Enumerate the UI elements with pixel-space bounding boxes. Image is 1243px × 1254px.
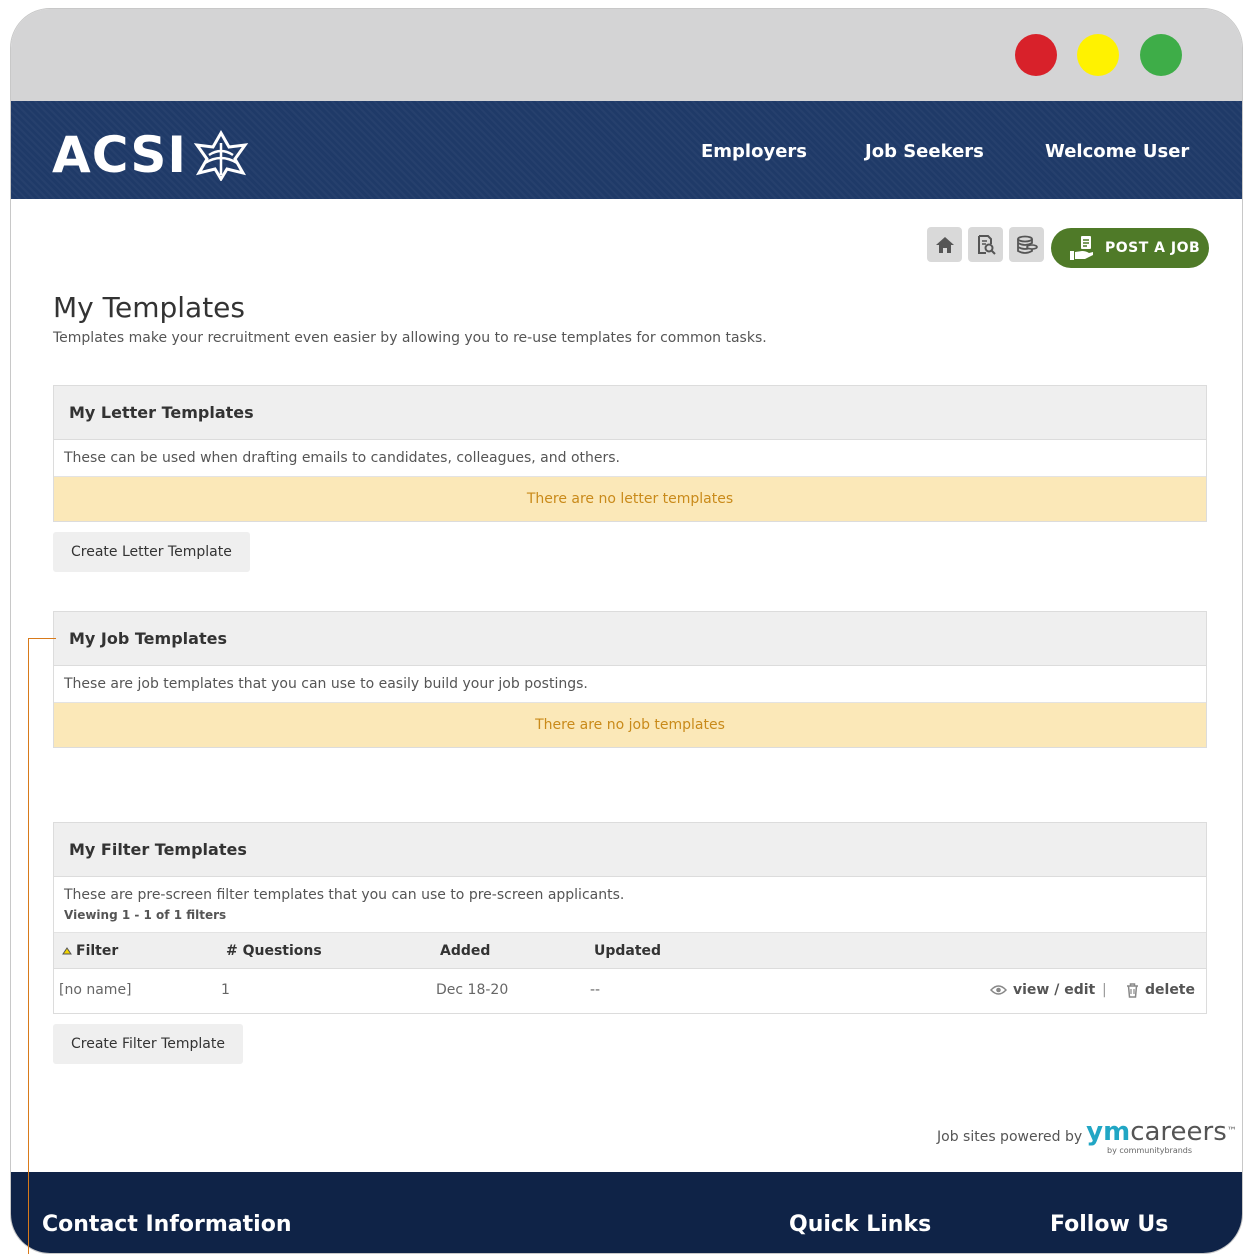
delete-link[interactable]: delete — [1126, 982, 1195, 998]
table-row: [no name] 1 Dec 18-20 -- view / edit | d… — [54, 969, 1206, 1013]
page-title: My Templates — [53, 291, 245, 324]
delete-label: delete — [1145, 982, 1195, 998]
post-a-job-label: POST A JOB — [1105, 240, 1201, 256]
careers-text: careers — [1130, 1117, 1227, 1147]
filter-table-header: Filter # Questions Added Updated — [54, 933, 1206, 969]
filter-templates-title: My Filter Templates — [54, 823, 1206, 877]
footer-quick-links-heading: Quick Links — [789, 1212, 932, 1237]
close-window-button[interactable] — [1015, 34, 1057, 76]
row-filter-name: [no name] — [59, 982, 132, 998]
nav-welcome-user[interactable]: Welcome User — [1045, 141, 1189, 162]
job-templates-description: These are job templates that you can use… — [54, 666, 1206, 703]
acsi-logo[interactable]: ACSI — [52, 129, 251, 181]
row-added: Dec 18-20 — [436, 982, 509, 998]
filter-viewing-count: Viewing 1 - 1 of 1 filters — [64, 908, 227, 922]
letter-templates-title: My Letter Templates — [54, 386, 1206, 440]
hand-document-icon — [1070, 236, 1093, 260]
column-questions[interactable]: # Questions — [226, 943, 322, 959]
column-added[interactable]: Added — [440, 943, 490, 959]
nav-job-seekers[interactable]: Job Seekers — [865, 141, 984, 162]
action-separator: | — [1102, 982, 1107, 998]
column-filter-label: Filter — [76, 943, 119, 959]
annotation-line-vertical — [28, 638, 29, 1254]
community-brands-text: by communitybrands — [1107, 1146, 1193, 1155]
view-edit-label: view / edit — [1013, 982, 1096, 998]
column-filter[interactable]: Filter — [62, 943, 118, 959]
document-search-icon — [977, 234, 996, 255]
home-icon — [935, 236, 954, 253]
trash-icon — [1127, 982, 1138, 998]
maximize-window-button[interactable] — [1140, 34, 1182, 76]
filter-templates-description: These are pre-screen filter templates th… — [54, 877, 1206, 933]
view-edit-link[interactable]: view / edit — [990, 982, 1095, 998]
billing-button[interactable] — [1009, 227, 1044, 262]
letter-templates-empty-notice: There are no letter templates — [54, 477, 1206, 521]
job-templates-title: My Job Templates — [54, 612, 1206, 666]
window-chrome — [11, 9, 1242, 101]
search-resumes-button[interactable] — [968, 227, 1003, 262]
filter-templates-desc-text: These are pre-screen filter templates th… — [64, 887, 625, 903]
home-button[interactable] — [927, 227, 962, 262]
browser-window: ACSI Employers Job Seekers Welcome User … — [10, 8, 1243, 1254]
page-subtitle: Templates make your recruitment even eas… — [53, 330, 767, 346]
annotation-line-horizontal — [28, 638, 56, 639]
sort-ascending-icon — [62, 947, 72, 955]
post-a-job-button[interactable]: POST A JOB — [1051, 228, 1209, 268]
book-emblem-icon — [193, 129, 249, 181]
filter-templates-panel: My Filter Templates These are pre-screen… — [53, 822, 1207, 1014]
letter-templates-description: These can be used when drafting emails t… — [54, 440, 1206, 477]
footer-follow-us-heading: Follow Us — [1050, 1212, 1169, 1237]
logo-text: ACSI — [52, 126, 187, 184]
coins-stack-icon — [1016, 235, 1038, 254]
footer-contact-heading: Contact Information — [42, 1212, 292, 1237]
site-header: ACSI Employers Job Seekers Welcome User — [11, 101, 1242, 199]
letter-templates-desc-text: These can be used when drafting emails t… — [64, 450, 620, 466]
powered-by-text: Job sites powered by — [937, 1129, 1083, 1145]
minimize-window-button[interactable] — [1077, 34, 1119, 76]
job-templates-empty-notice: There are no job templates — [54, 703, 1206, 747]
letter-templates-panel: My Letter Templates These can be used wh… — [53, 385, 1207, 522]
trademark-symbol: ™ — [1226, 1126, 1237, 1137]
row-questions: 1 — [221, 982, 230, 998]
job-templates-panel: My Job Templates These are job templates… — [53, 611, 1207, 748]
ym-text: ym — [1086, 1117, 1131, 1147]
nav-employers[interactable]: Employers — [701, 141, 807, 162]
column-updated[interactable]: Updated — [594, 943, 661, 959]
job-templates-desc-text: These are job templates that you can use… — [64, 676, 588, 692]
site-footer: Contact Information Quick Links Follow U… — [11, 1172, 1242, 1253]
eye-icon — [990, 985, 1007, 995]
row-updated: -- — [590, 982, 601, 998]
create-filter-template-button[interactable]: Create Filter Template — [53, 1024, 243, 1064]
ymcareers-logo: ymcareers™ — [1086, 1119, 1237, 1145]
create-letter-template-button[interactable]: Create Letter Template — [53, 532, 250, 572]
powered-by-ymcareers[interactable]: Job sites powered by ymcareers™ — [937, 1119, 1237, 1145]
